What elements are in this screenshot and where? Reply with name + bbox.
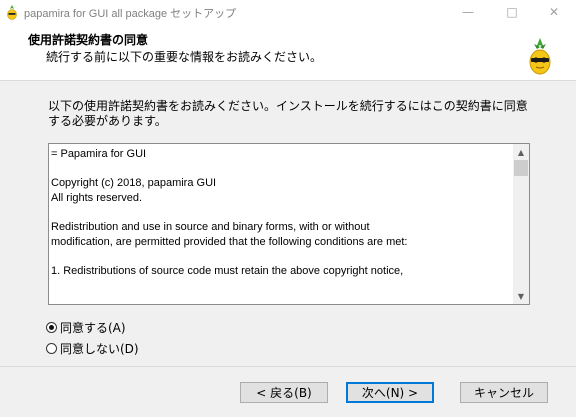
scroll-up-icon[interactable]: ▲: [513, 144, 529, 160]
decline-label[interactable]: 同意しない(D): [60, 340, 139, 357]
license-text: = Papamira for GUI Copyright (c) 2018, p…: [51, 148, 408, 277]
cancel-button[interactable]: キャンセル: [460, 382, 548, 403]
pineapple-icon: [7, 5, 17, 20]
decline-radio[interactable]: [46, 342, 57, 354]
window-title: papamira for GUI all package セットアップ: [24, 8, 237, 20]
next-button[interactable]: 次へ(N) >: [346, 382, 434, 403]
accept-label[interactable]: 同意する(A): [60, 319, 126, 336]
decline-radio-option[interactable]: 同意しない(D): [46, 340, 139, 356]
wizard-footer: < 戻る(B) 次へ(N) > キャンセル: [0, 366, 576, 417]
page-title: 使用許諾契約書の同意: [28, 33, 149, 47]
scroll-thumb[interactable]: [514, 160, 528, 176]
license-instruction: 以下の使用許諾契約書をお読みください。インストールを続行するにはこの契約書に同意…: [48, 99, 528, 128]
page-subtitle: 続行する前に以下の重要な情報をお読みください。: [46, 50, 323, 64]
scroll-down-icon[interactable]: ▼: [513, 288, 529, 304]
accept-radio[interactable]: [46, 321, 57, 333]
close-button[interactable]: ✕: [532, 0, 576, 24]
license-textarea[interactable]: = Papamira for GUI Copyright (c) 2018, p…: [48, 143, 530, 305]
license-page: 以下の使用許諾契約書をお読みください。インストールを続行するにはこの契約書に同意…: [0, 81, 576, 366]
back-button[interactable]: < 戻る(B): [240, 382, 328, 403]
pineapple-icon: [529, 38, 551, 75]
minimize-button[interactable]: —: [446, 0, 490, 24]
title-bar: papamira for GUI all package セットアップ — □ …: [0, 0, 576, 24]
maximize-button[interactable]: □: [490, 0, 534, 24]
license-scrollbar[interactable]: ▲ ▼: [513, 144, 529, 304]
wizard-header: 使用許諾契約書の同意 続行する前に以下の重要な情報をお読みください。: [0, 24, 576, 81]
accept-radio-option[interactable]: 同意する(A): [46, 319, 126, 335]
